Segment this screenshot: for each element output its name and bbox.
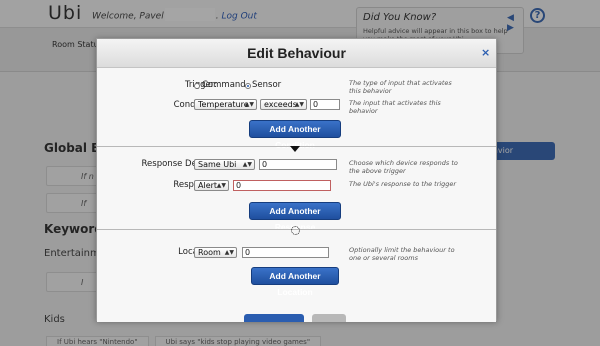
condition-operator-select[interactable]: exceeds ▲▼ — [260, 99, 307, 110]
location-hint: Optionally limit the behaviour to one or… — [349, 246, 455, 262]
arrow-down-icon — [290, 146, 300, 152]
modal-body: Trigger: Command Sensor The type of inpu… — [97, 68, 496, 322]
trigger-command-label[interactable]: Command — [202, 80, 246, 90]
select-arrows-icon: ▲▼ — [216, 182, 226, 189]
add-condition-button[interactable]: Add Another Condition — [249, 120, 341, 150]
condition-value-input[interactable]: 0 — [310, 99, 340, 110]
select-arrows-icon: ▲▼ — [294, 101, 304, 108]
response-device-hint: Choose which device responds to the abov… — [349, 159, 458, 175]
response-device-value: Same Ubi — [198, 160, 237, 169]
loading-spinner-icon — [291, 226, 300, 235]
edit-behaviour-modal: Edit Behaviour × Trigger: Command Sensor… — [96, 38, 497, 322]
location-type-value: Room — [198, 248, 221, 257]
add-response-button[interactable]: Add Another Response — [249, 202, 341, 232]
trigger-hint: The type of input that activates this be… — [349, 79, 452, 95]
response-type-value: Alert — [198, 181, 218, 190]
location-value-input[interactable]: 0 — [242, 247, 329, 258]
response-value-input[interactable]: 0 — [233, 180, 331, 191]
condition-sensor-select[interactable]: Temperature ▲▼ — [194, 99, 257, 110]
cancel-button[interactable] — [312, 314, 346, 322]
trigger-command-radio[interactable] — [194, 83, 200, 89]
select-arrows-icon: ▲▼ — [224, 249, 234, 256]
condition-operator-value: exceeds — [264, 100, 297, 109]
condition-hint: The input that activates this behavior — [349, 99, 441, 115]
select-arrows-icon: ▲▼ — [242, 161, 252, 168]
trigger-sensor-label[interactable]: Sensor — [252, 80, 281, 90]
add-location-button[interactable]: Add Another Location — [251, 267, 339, 297]
modal-title: Edit Behaviour — [247, 45, 346, 61]
trigger-sensor-radio[interactable] — [245, 83, 251, 89]
location-type-select[interactable]: Room ▲▼ — [194, 247, 237, 258]
response-type-select[interactable]: Alert ▲▼ — [194, 180, 229, 191]
response-device-select[interactable]: Same Ubi ▲▼ — [194, 159, 255, 170]
save-button[interactable] — [244, 314, 304, 322]
select-arrows-icon: ▲▼ — [244, 101, 254, 108]
close-icon[interactable]: × — [481, 46, 490, 59]
condition-sensor-value: Temperature — [198, 100, 249, 109]
response-hint: The Ubi's response to the trigger — [349, 180, 457, 188]
modal-header: Edit Behaviour × — [97, 39, 496, 68]
response-device-input[interactable]: 0 — [259, 159, 337, 170]
